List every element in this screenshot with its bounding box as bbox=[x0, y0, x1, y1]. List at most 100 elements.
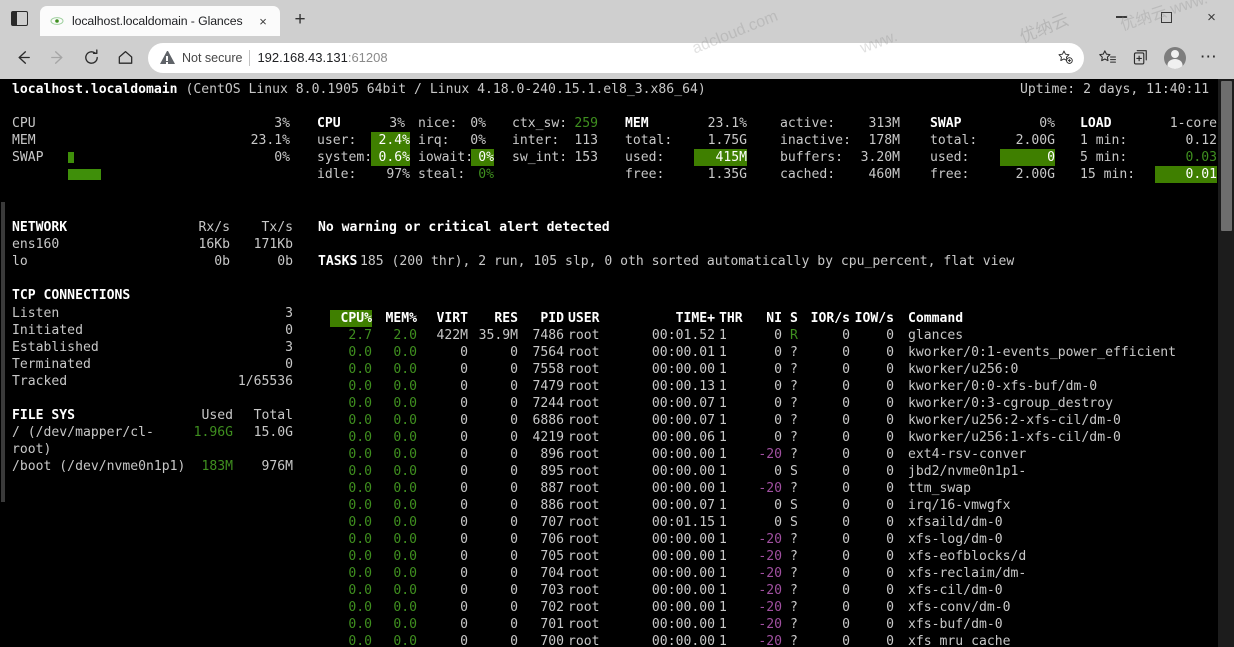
proc-cell-res: 0 bbox=[470, 378, 518, 395]
proc-cell-virt: 0 bbox=[420, 480, 468, 497]
proc-header-cpu[interactable]: CPU% bbox=[330, 310, 372, 327]
proc-cell-res: 0 bbox=[470, 531, 518, 548]
proc-cell-ni: -20 bbox=[742, 480, 782, 497]
reload-button[interactable] bbox=[74, 41, 108, 75]
proc-header-res[interactable]: RES bbox=[470, 310, 518, 327]
proc-cell-user: root bbox=[568, 361, 628, 378]
proc-cell-ior: 0 bbox=[808, 565, 850, 582]
collections-icon[interactable] bbox=[1124, 41, 1158, 75]
url-text: 192.168.43.131:61208 bbox=[257, 50, 387, 65]
proc-header-iow[interactable]: IOW/s bbox=[852, 310, 894, 327]
proc-cell-pid: 701 bbox=[518, 616, 564, 633]
proc-cell-cpu: 0.0 bbox=[330, 633, 372, 647]
quicklook-pct-mem: 23.1% bbox=[215, 132, 290, 149]
proc-cell-time: 00:00.00 bbox=[635, 599, 715, 616]
browser-window: localhost.localdomain - Glances × + × No… bbox=[0, 0, 1234, 647]
proc-header-time[interactable]: TIME+ bbox=[635, 310, 715, 327]
proc-cell-ni: -20 bbox=[742, 633, 782, 647]
back-button[interactable] bbox=[6, 41, 40, 75]
proc-cell-cmd: ext4-rsv-conver bbox=[908, 446, 1228, 463]
proc-header-user[interactable]: USER bbox=[568, 310, 628, 327]
network-tx-1: 0b bbox=[230, 253, 293, 270]
proc-cell-virt: 0 bbox=[420, 616, 468, 633]
load-15min-value: 0.01 bbox=[1155, 166, 1217, 183]
proc-cell-pid: 4219 bbox=[518, 429, 564, 446]
proc-header-pid[interactable]: PID bbox=[518, 310, 564, 327]
proc-cell-iow: 0 bbox=[852, 497, 894, 514]
proc-cell-iow: 0 bbox=[852, 531, 894, 548]
load-15min-label: 15 min: bbox=[1080, 166, 1135, 183]
proc-cell-cmd: kworker/0:3-cgroup_destroy bbox=[908, 395, 1228, 412]
browser-tab[interactable]: localhost.localdomain - Glances × bbox=[40, 6, 280, 36]
proc-cell-mem: 0.0 bbox=[375, 412, 417, 429]
proc-cell-cpu: 0.0 bbox=[330, 361, 372, 378]
cpu-idle-label: idle: bbox=[317, 166, 356, 183]
proc-cell-pid: 702 bbox=[518, 599, 564, 616]
cpu-ctxsw-value: 259 bbox=[512, 115, 598, 132]
proc-cell-time: 00:00.00 bbox=[635, 531, 715, 548]
swap-title-value: 0% bbox=[930, 115, 1055, 132]
proc-cell-s: S bbox=[790, 497, 804, 514]
proc-cell-pid: 7558 bbox=[518, 361, 564, 378]
filesys-col-used: Used bbox=[150, 407, 233, 424]
quicklook-bar-swap bbox=[68, 152, 213, 163]
proc-header-mem[interactable]: MEM% bbox=[375, 310, 417, 327]
proc-cell-mem: 0.0 bbox=[375, 497, 417, 514]
proc-cell-mem: 0.0 bbox=[375, 565, 417, 582]
proc-cell-ior: 0 bbox=[808, 395, 850, 412]
quicklook-label-cpu: CPU bbox=[12, 115, 36, 132]
add-favorite-icon[interactable] bbox=[1052, 45, 1078, 71]
settings-more-icon[interactable]: ⋯ bbox=[1192, 41, 1226, 75]
proc-cell-ni: 0 bbox=[742, 344, 782, 361]
profile-avatar-icon[interactable] bbox=[1158, 41, 1192, 75]
proc-header-ni[interactable]: NI bbox=[742, 310, 782, 327]
new-tab-button[interactable]: + bbox=[286, 6, 314, 34]
cpu-system-label: system: bbox=[317, 149, 372, 166]
minimize-button[interactable] bbox=[1099, 0, 1144, 34]
filesys-used-0: 1.96G bbox=[150, 424, 233, 441]
proc-header-cmd[interactable]: Command bbox=[908, 310, 1228, 327]
tab-actions-button[interactable] bbox=[0, 0, 38, 36]
proc-cell-cmd: kworker/u256:2-xfs-cil/dm-0 bbox=[908, 412, 1228, 429]
vertical-tabs-icon bbox=[11, 11, 28, 26]
proc-header-s[interactable]: S bbox=[790, 310, 804, 327]
proc-cell-iow: 0 bbox=[852, 633, 894, 647]
mem-used-value: 415M bbox=[694, 149, 747, 166]
proc-cell-res: 0 bbox=[470, 633, 518, 647]
proc-cell-time: 00:00.00 bbox=[635, 361, 715, 378]
proc-cell-virt: 0 bbox=[420, 531, 468, 548]
proc-cell-time: 00:01.15 bbox=[635, 514, 715, 531]
filesys-title: FILE SYS bbox=[12, 407, 75, 424]
network-col-tx: Tx/s bbox=[230, 219, 293, 236]
hostname: localhost.localdomain bbox=[12, 82, 178, 97]
proc-cell-ior: 0 bbox=[808, 327, 850, 344]
home-button[interactable] bbox=[108, 41, 142, 75]
proc-cell-ior: 0 bbox=[808, 480, 850, 497]
proc-cell-iow: 0 bbox=[852, 429, 894, 446]
mem-used-label: used: bbox=[625, 149, 664, 166]
mem-inactive-value: 178M bbox=[780, 132, 900, 149]
proc-cell-time: 00:00.01 bbox=[635, 344, 715, 361]
proc-cell-cpu: 0.0 bbox=[330, 480, 372, 497]
maximize-button[interactable] bbox=[1144, 0, 1189, 34]
forward-button[interactable] bbox=[40, 41, 74, 75]
tab-close-icon[interactable]: × bbox=[254, 12, 272, 30]
proc-header-ior[interactable]: IOR/s bbox=[808, 310, 850, 327]
proc-cell-ni: 0 bbox=[742, 497, 782, 514]
mem-active-value: 313M bbox=[780, 115, 900, 132]
favorites-list-icon[interactable] bbox=[1090, 41, 1124, 75]
proc-cell-ni: 0 bbox=[742, 514, 782, 531]
proc-cell-s: ? bbox=[790, 446, 804, 463]
proc-cell-ior: 0 bbox=[808, 514, 850, 531]
close-window-button[interactable]: × bbox=[1189, 0, 1234, 34]
address-bar[interactable]: Not secure 192.168.43.131:61208 bbox=[148, 43, 1084, 73]
proc-cell-s: ? bbox=[790, 548, 804, 565]
proc-cell-user: root bbox=[568, 412, 628, 429]
proc-cell-pid: 7244 bbox=[518, 395, 564, 412]
navigation-toolbar: Not secure 192.168.43.131:61208 bbox=[0, 36, 1234, 79]
proc-header-virt[interactable]: VIRT bbox=[420, 310, 468, 327]
proc-cell-cpu: 0.0 bbox=[330, 412, 372, 429]
proc-cell-ior: 0 bbox=[808, 548, 850, 565]
proc-cell-res: 0 bbox=[470, 497, 518, 514]
proc-cell-virt: 0 bbox=[420, 412, 468, 429]
